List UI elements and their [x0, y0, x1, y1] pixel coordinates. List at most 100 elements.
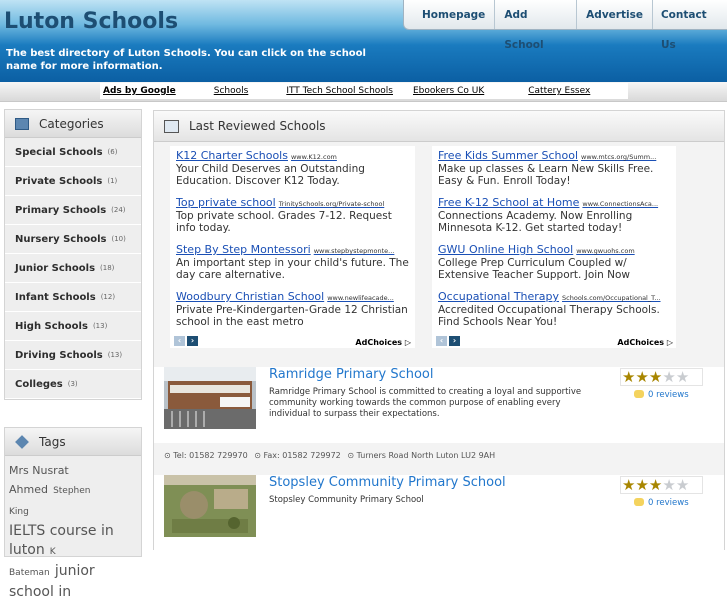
category-name[interactable]: Colleges [15, 379, 63, 390]
star-icon[interactable]: ★ [649, 477, 662, 493]
reviews-link[interactable]: 0 reviews [634, 498, 689, 508]
tag-link[interactable]: luton [9, 542, 45, 558]
ad-url[interactable]: www.ConnectionsAca... [582, 200, 658, 208]
star-icon[interactable]: ★ [622, 477, 635, 493]
nav-add-school[interactable]: Add School [495, 0, 578, 51]
ad-link-ebookers[interactable]: Ebookers Co UK [413, 86, 484, 96]
ad-unit-left: K12 Charter Schools www.K12.com Your Child… [170, 146, 415, 348]
tag-icon [15, 434, 29, 449]
school-photo [164, 367, 256, 429]
tag-link[interactable]: K [50, 547, 56, 557]
text-ad: Top private school TrinitySchools.org/Pri… [176, 196, 412, 234]
ad-next-arrow-icon[interactable]: › [449, 336, 460, 346]
location-icon: ⊙ [347, 451, 355, 460]
star-icon[interactable]: ★ [662, 369, 675, 385]
ad-title-link[interactable]: Occupational Therapy [438, 290, 559, 303]
ad-description: Your Child Deserves an Outstanding Educa… [176, 163, 365, 187]
tag-cloud: Mrs Nusrat Ahmed Stephen King IELTS cour… [5, 456, 141, 605]
star-icon[interactable]: ★ [649, 369, 662, 385]
tag-link[interactable]: school in [9, 584, 71, 600]
text-ad: GWU Online High School www.gwuohs.com Coll… [438, 243, 674, 281]
comment-bubble-icon [634, 390, 644, 398]
star-icon[interactable]: ★ [676, 477, 689, 493]
star-icon[interactable]: ★ [676, 369, 689, 385]
ad-description: Connections Academy. Now Enrolling Minne… [438, 210, 633, 234]
star-rating[interactable]: ★ ★ ★ ★ ★ [620, 476, 703, 494]
ad-title-link[interactable]: Woodbury Christian School [176, 290, 324, 303]
tag-link[interactable]: IELTS course in [9, 523, 114, 539]
category-name[interactable]: Driving Schools [15, 350, 103, 361]
ad-description: Top private school. Grades 7-12. Request… [176, 210, 392, 234]
ad-link-bar: Ads by Google Schools ITT Tech School Sc… [0, 82, 727, 102]
star-rating[interactable]: ★ ★ ★ ★ ★ [620, 368, 703, 386]
category-count: (6) [107, 148, 118, 156]
ad-title-link[interactable]: Free K-12 School at Home [438, 196, 579, 209]
star-icon[interactable]: ★ [622, 369, 635, 385]
category-item[interactable]: Colleges (3) [5, 370, 141, 399]
tag-link[interactable]: Ahmed [9, 483, 48, 496]
ad-url[interactable]: TrinitySchools.org/Private-school [279, 200, 385, 208]
top-navigation: Homepage Add School Advertise Contact Us [403, 0, 727, 51]
category-name[interactable]: Junior Schools [15, 263, 95, 274]
ad-url[interactable]: Schools.com/Occupational_T... [562, 294, 660, 302]
tag-link[interactable]: King [9, 507, 29, 517]
category-name[interactable]: Infant Schools [15, 292, 96, 303]
category-item[interactable]: Driving Schools (13) [5, 341, 141, 370]
nav-advertise[interactable]: Advertise [577, 0, 653, 29]
tags-header: Tags [5, 428, 141, 456]
adchoices-link[interactable]: AdChoices ▷ [355, 338, 411, 347]
category-item[interactable]: Nursery Schools (10) [5, 225, 141, 254]
school-name-link[interactable]: Stopsley Community Primary School [269, 475, 506, 490]
site-title[interactable]: Luton Schools [4, 9, 178, 34]
tag-link[interactable]: junior [55, 563, 95, 579]
ad-link-schools[interactable]: Schools [214, 86, 249, 96]
ad-title-link[interactable]: K12 Charter Schools [176, 149, 288, 162]
category-name[interactable]: Special Schools [15, 147, 103, 158]
category-item[interactable]: Primary Schools (24) [5, 196, 141, 225]
ad-prev-arrow-icon[interactable]: ‹ [436, 336, 447, 346]
category-item[interactable]: High Schools (13) [5, 312, 141, 341]
nav-homepage[interactable]: Homepage [404, 0, 496, 29]
ad-next-arrow-icon[interactable]: › [187, 336, 198, 346]
category-item[interactable]: Private Schools (1) [5, 167, 141, 196]
category-item[interactable]: Special Schools (6) [5, 138, 141, 167]
text-ad: Occupational Therapy Schools.com/Occupati… [438, 290, 674, 328]
school-address: Turners Road North Luton LU2 9AH [356, 451, 496, 460]
ad-description: Accredited Occupational Therapy Schools.… [438, 304, 660, 328]
ad-url[interactable]: www.gwuohs.com [576, 247, 634, 255]
category-count: (10) [111, 235, 126, 243]
adchoices-link[interactable]: AdChoices ▷ [617, 338, 673, 347]
tag-link[interactable]: Bateman [9, 568, 50, 578]
school-description: Ramridge Primary School is committed to … [269, 387, 582, 419]
category-name[interactable]: Primary Schools [15, 205, 106, 216]
ad-link-cattery[interactable]: Cattery Essex [528, 86, 590, 96]
category-item[interactable]: Junior Schools (18) [5, 254, 141, 283]
category-item[interactable]: Infant Schools (12) [5, 283, 141, 312]
tag-link[interactable]: Stephen [53, 486, 90, 496]
star-icon[interactable]: ★ [635, 369, 648, 385]
ad-prev-arrow-icon[interactable]: ‹ [174, 336, 185, 346]
nav-contact-us[interactable]: Contact Us [653, 0, 727, 51]
school-name-link[interactable]: Ramridge Primary School [269, 367, 434, 382]
categories-icon [15, 117, 29, 130]
ad-title-link[interactable]: GWU Online High School [438, 243, 573, 256]
ads-by-google-link[interactable]: Ads by Google [103, 86, 176, 96]
ad-url[interactable]: www.newlifeacade... [327, 294, 394, 302]
reviews-link[interactable]: 0 reviews [634, 390, 689, 400]
ad-url[interactable]: www.stepbystepmonte... [314, 247, 395, 255]
ad-title-link[interactable]: Step By Step Montessori [176, 243, 311, 256]
ad-description: Private Pre-Kindergarten-Grade 12 Christ… [176, 304, 408, 328]
star-icon[interactable]: ★ [635, 477, 648, 493]
category-count: (13) [92, 322, 108, 330]
category-name[interactable]: High Schools [15, 321, 88, 332]
ad-link-itt-tech[interactable]: ITT Tech School Schools [286, 86, 393, 96]
main-title: Last Reviewed Schools [189, 119, 326, 133]
star-icon[interactable]: ★ [662, 477, 675, 493]
ad-title-link[interactable]: Free Kids Summer School [438, 149, 578, 162]
category-name[interactable]: Private Schools [15, 176, 102, 187]
ad-url[interactable]: www.mtcs.org/Summ... [581, 153, 656, 161]
ad-title-link[interactable]: Top private school [176, 196, 276, 209]
category-name[interactable]: Nursery Schools [15, 234, 106, 245]
ad-url[interactable]: www.K12.com [291, 153, 337, 161]
tag-link[interactable]: Mrs Nusrat [9, 464, 69, 477]
